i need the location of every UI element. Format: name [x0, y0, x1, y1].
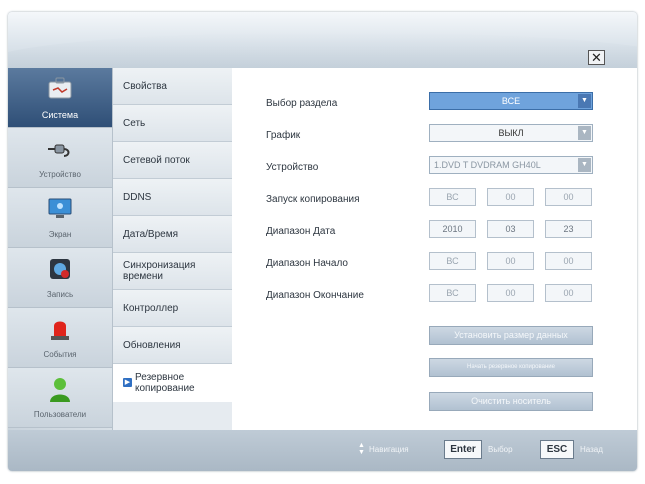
tab-label: Резервное копирование: [135, 371, 195, 394]
start-copy-day[interactable]: ВС: [429, 188, 476, 206]
system-icon: [46, 76, 74, 102]
esc-key[interactable]: ESC: [540, 440, 574, 459]
range-end-label: Диапазон Окончание: [266, 290, 364, 301]
range-end-day[interactable]: ВС: [429, 284, 476, 302]
nav-item-display[interactable]: Экран: [8, 188, 112, 248]
section-value: ВСЕ: [501, 96, 521, 106]
nav-label-users: Пользователи: [33, 410, 87, 419]
user-icon: [46, 376, 74, 402]
tab-label: Свойства: [123, 80, 167, 92]
range-start-minute[interactable]: 00: [545, 252, 592, 270]
tab-ddns[interactable]: DDNS: [113, 179, 233, 216]
tab-updates[interactable]: Обновления: [113, 327, 233, 364]
tab-label: Сетевой поток: [123, 154, 190, 166]
tab-label: DDNS: [123, 191, 152, 203]
device-label: Устройство: [266, 162, 319, 173]
nav-label-display: Экран: [48, 230, 72, 239]
range-end-minute[interactable]: 00: [545, 284, 592, 302]
start-backup-button[interactable]: Начать резервное копирование: [429, 358, 593, 377]
clear-media-button[interactable]: Очистить носитель: [429, 392, 593, 411]
screen: ✕ Система Устройство Экран Запись Событи…: [0, 0, 645, 484]
footer-bar: ▲ ▼ Навигация Enter Выбор ESC Назад: [8, 430, 637, 471]
display-icon: [46, 196, 74, 222]
range-date-label: Диапазон Дата: [266, 226, 336, 237]
nav-label-events: События: [43, 350, 77, 359]
range-start-label: Диапазон Начало: [266, 258, 348, 269]
enter-hint: Выбор: [488, 445, 513, 454]
chevron-down-icon: ▼: [578, 158, 591, 172]
schedule-select[interactable]: ВЫКЛ ▼: [429, 124, 593, 142]
updown-arrows-icon: ▲ ▼: [358, 442, 365, 456]
tab-network-stream[interactable]: Сетевой поток: [113, 142, 233, 179]
title-bar: ✕: [8, 12, 637, 92]
esc-hint: Назад: [580, 445, 603, 454]
backup-panel: Выбор раздела ВСЕ ▼ График ВЫКЛ ▼ Устрой…: [232, 68, 637, 430]
nav-hint: Навигация: [369, 445, 409, 454]
tab-controller[interactable]: Контроллер: [113, 290, 233, 327]
tab-label: Контроллер: [123, 302, 179, 314]
start-copy-label: Запуск копирования: [266, 194, 360, 205]
nav-label-record: Запись: [46, 290, 74, 299]
tab-label: Сеть: [123, 117, 146, 129]
nav-label-device: Устройство: [39, 170, 81, 179]
nav-item-device[interactable]: Устройство: [8, 128, 112, 188]
set-data-size-button[interactable]: Установить размер данных: [429, 326, 593, 345]
record-icon: [46, 256, 74, 282]
nav-item-record[interactable]: Запись: [8, 248, 112, 308]
section-label: Выбор раздела: [266, 98, 338, 109]
nav-label-system: Система: [41, 110, 79, 120]
tab-date-time[interactable]: Дата/Время: [113, 216, 233, 253]
enter-key[interactable]: Enter: [444, 440, 482, 459]
icon-sidebar: Система Устройство Экран Запись События: [8, 68, 112, 430]
schedule-label: График: [266, 130, 301, 141]
schedule-value: ВЫКЛ: [498, 128, 524, 138]
chevron-right-icon: ▶: [123, 378, 132, 387]
close-icon: ✕: [591, 50, 602, 65]
nav-item-events[interactable]: События: [8, 308, 112, 368]
tab-list: Свойства Сеть Сетевой поток DDNS Дата/Вр…: [112, 68, 233, 430]
device-icon: [46, 136, 74, 162]
nav-item-users[interactable]: Пользователи: [8, 368, 112, 428]
device-value: 1.DVD T DVDRAM GH40L: [434, 160, 541, 170]
tab-backup[interactable]: ▶ Резервное копирование: [113, 364, 233, 402]
tab-properties[interactable]: Свойства: [113, 68, 233, 105]
range-start-day[interactable]: ВС: [429, 252, 476, 270]
start-copy-hour[interactable]: 00: [487, 188, 534, 206]
range-date-month[interactable]: 03: [487, 220, 534, 238]
device-select[interactable]: 1.DVD T DVDRAM GH40L ▼: [429, 156, 593, 174]
range-start-hour[interactable]: 00: [487, 252, 534, 270]
section-select[interactable]: ВСЕ ▼: [429, 92, 593, 110]
range-end-hour[interactable]: 00: [487, 284, 534, 302]
nav-item-system[interactable]: Система: [8, 68, 112, 128]
tab-label: Синхронизация времени: [123, 260, 196, 282]
tab-label: Дата/Время: [123, 228, 179, 240]
tab-time-sync[interactable]: Синхронизация времени: [113, 253, 233, 290]
settings-window: ✕ Система Устройство Экран Запись Событи…: [8, 12, 637, 471]
range-date-year[interactable]: 2010: [429, 220, 476, 238]
tab-label: Обновления: [123, 339, 181, 351]
chevron-down-icon: ▼: [578, 94, 591, 108]
start-copy-minute[interactable]: 00: [545, 188, 592, 206]
range-date-day[interactable]: 23: [545, 220, 592, 238]
chevron-down-icon: ▼: [578, 126, 591, 140]
tab-network[interactable]: Сеть: [113, 105, 233, 142]
alarm-icon: [46, 316, 74, 342]
close-button[interactable]: ✕: [588, 50, 605, 65]
